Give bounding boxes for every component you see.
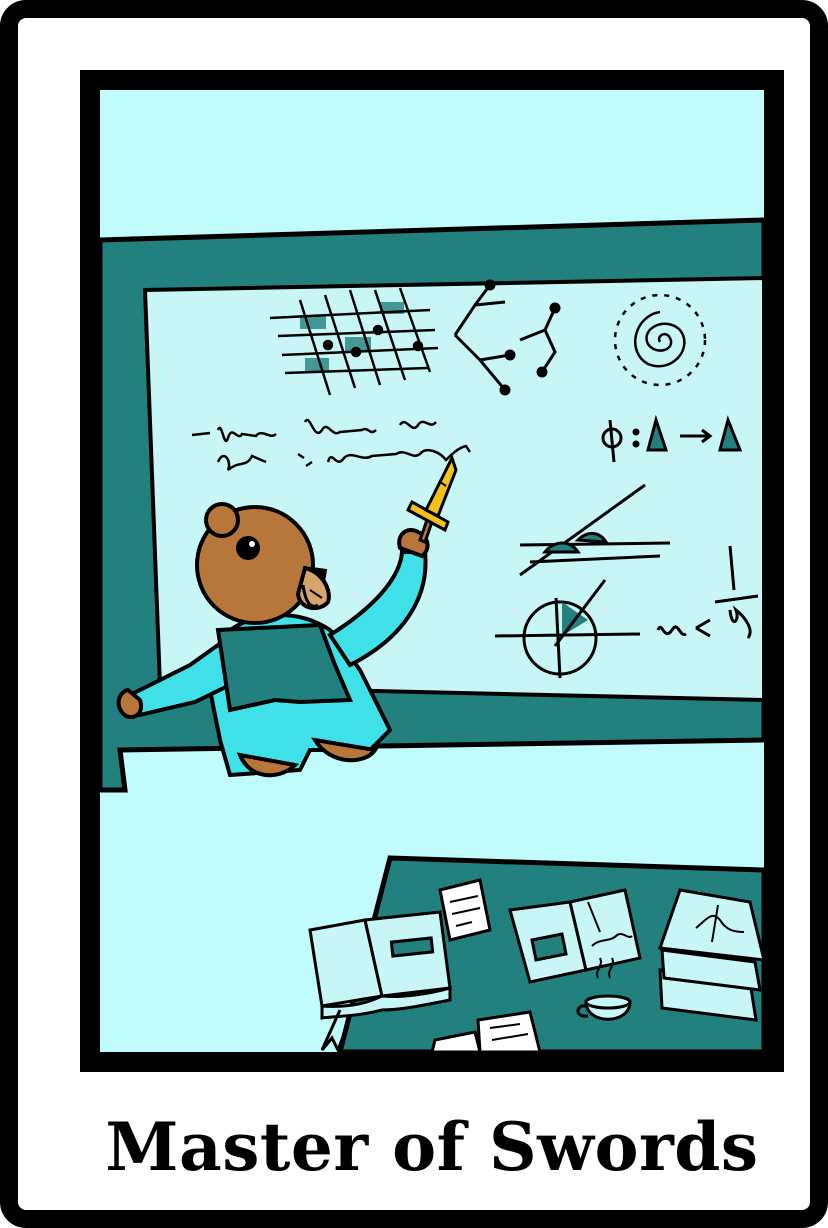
illustration-frame [80,70,784,1072]
card-title: Master of Swords [105,1108,759,1186]
tarot-card: Master of Swords [0,0,828,1228]
illustration [100,217,764,1052]
stacked-books-icon [657,888,764,1022]
